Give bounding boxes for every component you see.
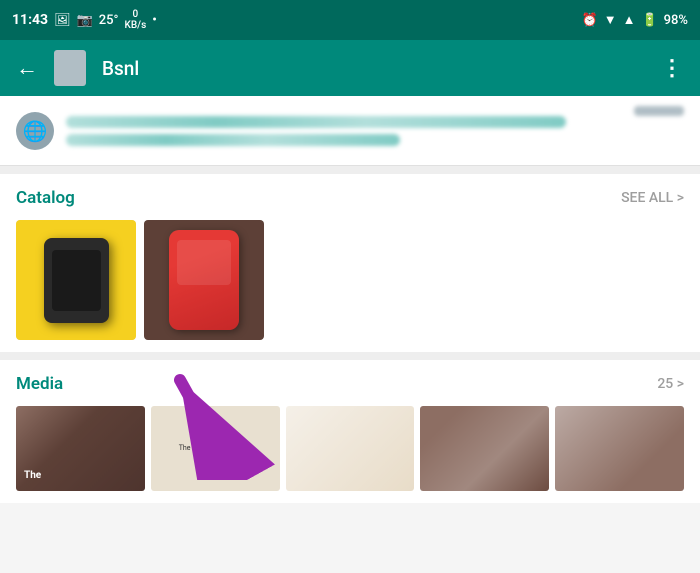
blurred-line-2 [66, 134, 400, 146]
globe-icon: 🌐 [16, 112, 54, 150]
dark-phone-body [44, 238, 109, 323]
red-phone-thumbnail [144, 220, 264, 340]
media-item-2[interactable]: The Theory of Relativity [151, 406, 280, 491]
media-item-3[interactable] [286, 406, 415, 491]
dark-phone-thumbnail [16, 220, 136, 340]
catalog-item-1[interactable] [16, 220, 136, 340]
media-item-5[interactable] [555, 406, 684, 491]
battery-icon: 🔋 [641, 13, 657, 28]
section-divider-top [0, 166, 700, 174]
media-header: Media 25 > [16, 374, 684, 394]
chat-preview: 🌐 [0, 96, 700, 166]
contact-avatar [54, 50, 86, 86]
chat-content [66, 116, 622, 146]
signal-icon: ▲ [623, 12, 636, 28]
chat-time-blur [634, 106, 684, 116]
app-bar: ← Bsnl ⋮ [0, 40, 700, 96]
status-right: ⏰ ▼ ▲ 🔋 98% [582, 12, 688, 28]
media-item-1[interactable] [16, 406, 145, 491]
media-section: Media 25 > The Theory of Relativity [0, 360, 700, 503]
gallery-icon: 🖼 [54, 13, 71, 28]
back-button[interactable]: ← [16, 55, 38, 81]
temperature: 25° [99, 13, 119, 28]
catalog-thumbnails [16, 220, 684, 340]
red-phone-body [169, 230, 239, 330]
catalog-item-2[interactable] [144, 220, 264, 340]
media-title: Media [16, 374, 63, 394]
media-thumbnails: The Theory of Relativity [16, 406, 684, 491]
camera-icon: 📷 [77, 13, 93, 28]
alarm-icon: ⏰ [582, 13, 598, 28]
status-time: 11:43 [12, 12, 48, 28]
catalog-title: Catalog [16, 188, 75, 208]
battery-percent: 98% [664, 13, 688, 28]
blurred-line-1 [66, 116, 566, 128]
app-bar-title: Bsnl [102, 57, 645, 80]
media-count[interactable]: 25 > [657, 376, 684, 392]
status-left: 11:43 🖼 📷 25° 0KB/s • [12, 9, 157, 31]
book-text: The Theory of Relativity [175, 440, 256, 457]
catalog-header: Catalog SEE ALL > [16, 188, 684, 208]
media-item-4[interactable] [420, 406, 549, 491]
status-bar: 11:43 🖼 📷 25° 0KB/s • ⏰ ▼ ▲ 🔋 98% [0, 0, 700, 40]
see-all-button[interactable]: SEE ALL > [621, 190, 684, 206]
more-options-button[interactable]: ⋮ [661, 56, 684, 81]
wifi-icon: ▼ [604, 12, 617, 28]
dot-indicator: • [152, 13, 157, 28]
catalog-section: Catalog SEE ALL > [0, 174, 700, 352]
section-divider-mid [0, 352, 700, 360]
network-speed: 0KB/s [125, 9, 147, 31]
